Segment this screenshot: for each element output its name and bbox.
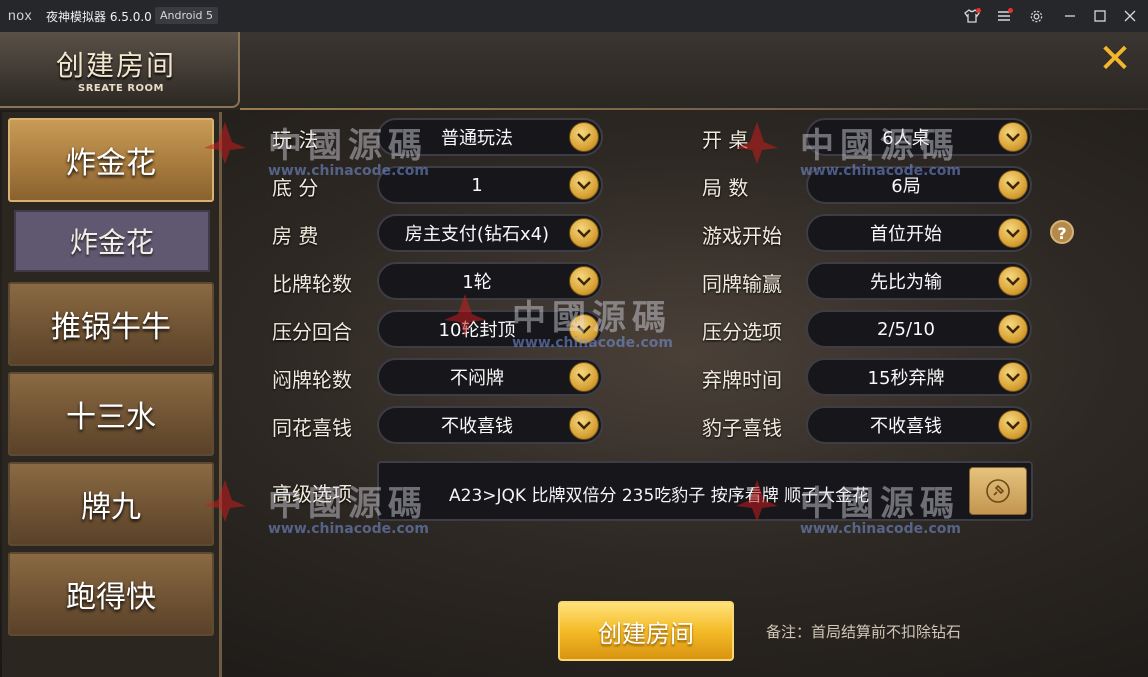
setting-label: 同花喜钱 [272,416,352,440]
select-value: 不闷牌 [450,368,504,389]
chevron-down-icon[interactable] [998,218,1028,248]
setting-label: 玩 法 [272,128,319,152]
sidebar-item-shisanshui[interactable]: 十三水 [8,372,214,456]
minimize-icon[interactable] [1060,6,1080,26]
chevron-down-icon[interactable] [569,362,599,392]
compare-rounds-select[interactable]: 1轮 [377,262,603,300]
setting-label: 闷牌轮数 [272,368,352,392]
sidebar-item-paijiu[interactable]: 牌九 [8,462,214,546]
close-icon[interactable] [1120,6,1140,26]
sidebar-item-paodekuai[interactable]: 跑得快 [8,552,214,636]
chevron-down-icon[interactable] [998,122,1028,152]
page-title: 创建房间 [56,49,177,82]
gameplay-select[interactable]: 普通玩法 [377,118,603,156]
header-divider [240,108,1148,110]
bet-rounds-select[interactable]: 10轮封顶 [377,310,603,348]
chevron-down-icon[interactable] [569,122,599,152]
room-fee-select[interactable]: 房主支付(钻石x4) [377,214,603,252]
emulator-titlebar: nox 夜神模拟器 6.5.0.0 Android 5 [0,0,1148,32]
maximize-icon[interactable] [1090,6,1110,26]
setting-label: 豹子喜钱 [702,416,782,440]
sidebar-item-zhajinhua[interactable]: 炸金花 [8,118,214,202]
setting-label: 同牌输赢 [702,272,782,296]
setting-label: 比牌轮数 [272,272,352,296]
setting-label: 开 桌 [702,128,749,152]
select-value: 1轮 [462,272,492,293]
select-value: 普通玩法 [441,128,513,149]
base-score-select[interactable]: 1 [377,166,603,204]
blind-rounds-select[interactable]: 不闷牌 [377,358,603,396]
create-room-button[interactable]: 创建房间 [558,601,734,661]
sidebar-item-tuiguoniuniu[interactable]: 推锅牛牛 [8,282,214,366]
setting-label: 压分回合 [272,320,352,344]
setting-label: 弃牌时间 [702,368,782,392]
select-value: 首位开始 [870,224,942,245]
chevron-down-icon[interactable] [998,314,1028,344]
select-value: 1 [471,174,483,196]
rounds-select[interactable]: 6局 [806,166,1032,204]
gear-icon[interactable] [1026,6,1046,26]
app-title: 夜神模拟器 6.5.0.0 [46,10,152,24]
game-start-select[interactable]: 首位开始 [806,214,1032,252]
chevron-down-icon[interactable] [569,218,599,248]
page-subtitle: SREATE ROOM [78,83,164,94]
sidebar-subitem-zhajinhua[interactable]: 炸金花 [14,210,210,272]
setting-label: 游戏开始 [702,224,782,248]
chevron-down-icon[interactable] [569,314,599,344]
select-value: 10轮封顶 [438,320,516,341]
chevron-down-icon[interactable] [998,266,1028,296]
select-value: 6局 [891,176,921,197]
chevron-down-icon[interactable] [998,410,1028,440]
triple-bonus-select[interactable]: 不收喜钱 [806,406,1032,444]
notification-dot [1008,8,1013,13]
setting-label: 底 分 [272,176,319,200]
chevron-down-icon[interactable] [998,170,1028,200]
select-value: 6人桌 [882,128,930,149]
chevron-down-icon[interactable] [569,266,599,296]
pin-icon[interactable] [969,467,1027,515]
footnote: 备注：首局结算前不扣除钻石 [766,623,962,641]
notification-dot [976,8,981,13]
android-version-badge: Android 5 [155,7,219,24]
chevron-down-icon[interactable] [569,410,599,440]
select-value: 先比为输 [870,272,942,293]
advanced-options-value: A23>JQK 比牌双倍分 235吃豹子 按序看牌 顺子大金花 [449,486,870,506]
menu-icon[interactable] [994,6,1014,26]
chevron-down-icon[interactable] [569,170,599,200]
select-value: 2/5/10 [877,318,935,340]
setting-label: 房 费 [272,224,319,248]
select-value: 房主支付(钻石x4) [404,224,550,245]
advanced-options-box[interactable]: A23>JQK 比牌双倍分 235吃豹子 按序看牌 顺子大金花 [377,461,1033,521]
tie-rule-select[interactable]: 先比为输 [806,262,1032,300]
bet-options-select[interactable]: 2/5/10 [806,310,1032,348]
close-room-button[interactable]: ✕ [1098,39,1132,79]
select-value: 不收喜钱 [870,416,942,437]
game-sidebar: 炸金花 炸金花 推锅牛牛 十三水 牌九 跑得快 [2,112,222,677]
advanced-options-label: 高级选项 [272,482,352,506]
chevron-down-icon[interactable] [998,362,1028,392]
table-size-select[interactable]: 6人桌 [806,118,1032,156]
select-value: 15秒弃牌 [867,368,945,389]
flush-bonus-select[interactable]: 不收喜钱 [377,406,603,444]
nox-logo: nox [8,7,33,23]
setting-label: 局 数 [702,176,749,200]
fold-time-select[interactable]: 15秒弃牌 [806,358,1032,396]
shirt-icon[interactable] [962,6,982,26]
help-icon[interactable]: ? [1050,220,1074,244]
setting-label: 压分选项 [702,320,782,344]
select-value: 不收喜钱 [441,416,513,437]
